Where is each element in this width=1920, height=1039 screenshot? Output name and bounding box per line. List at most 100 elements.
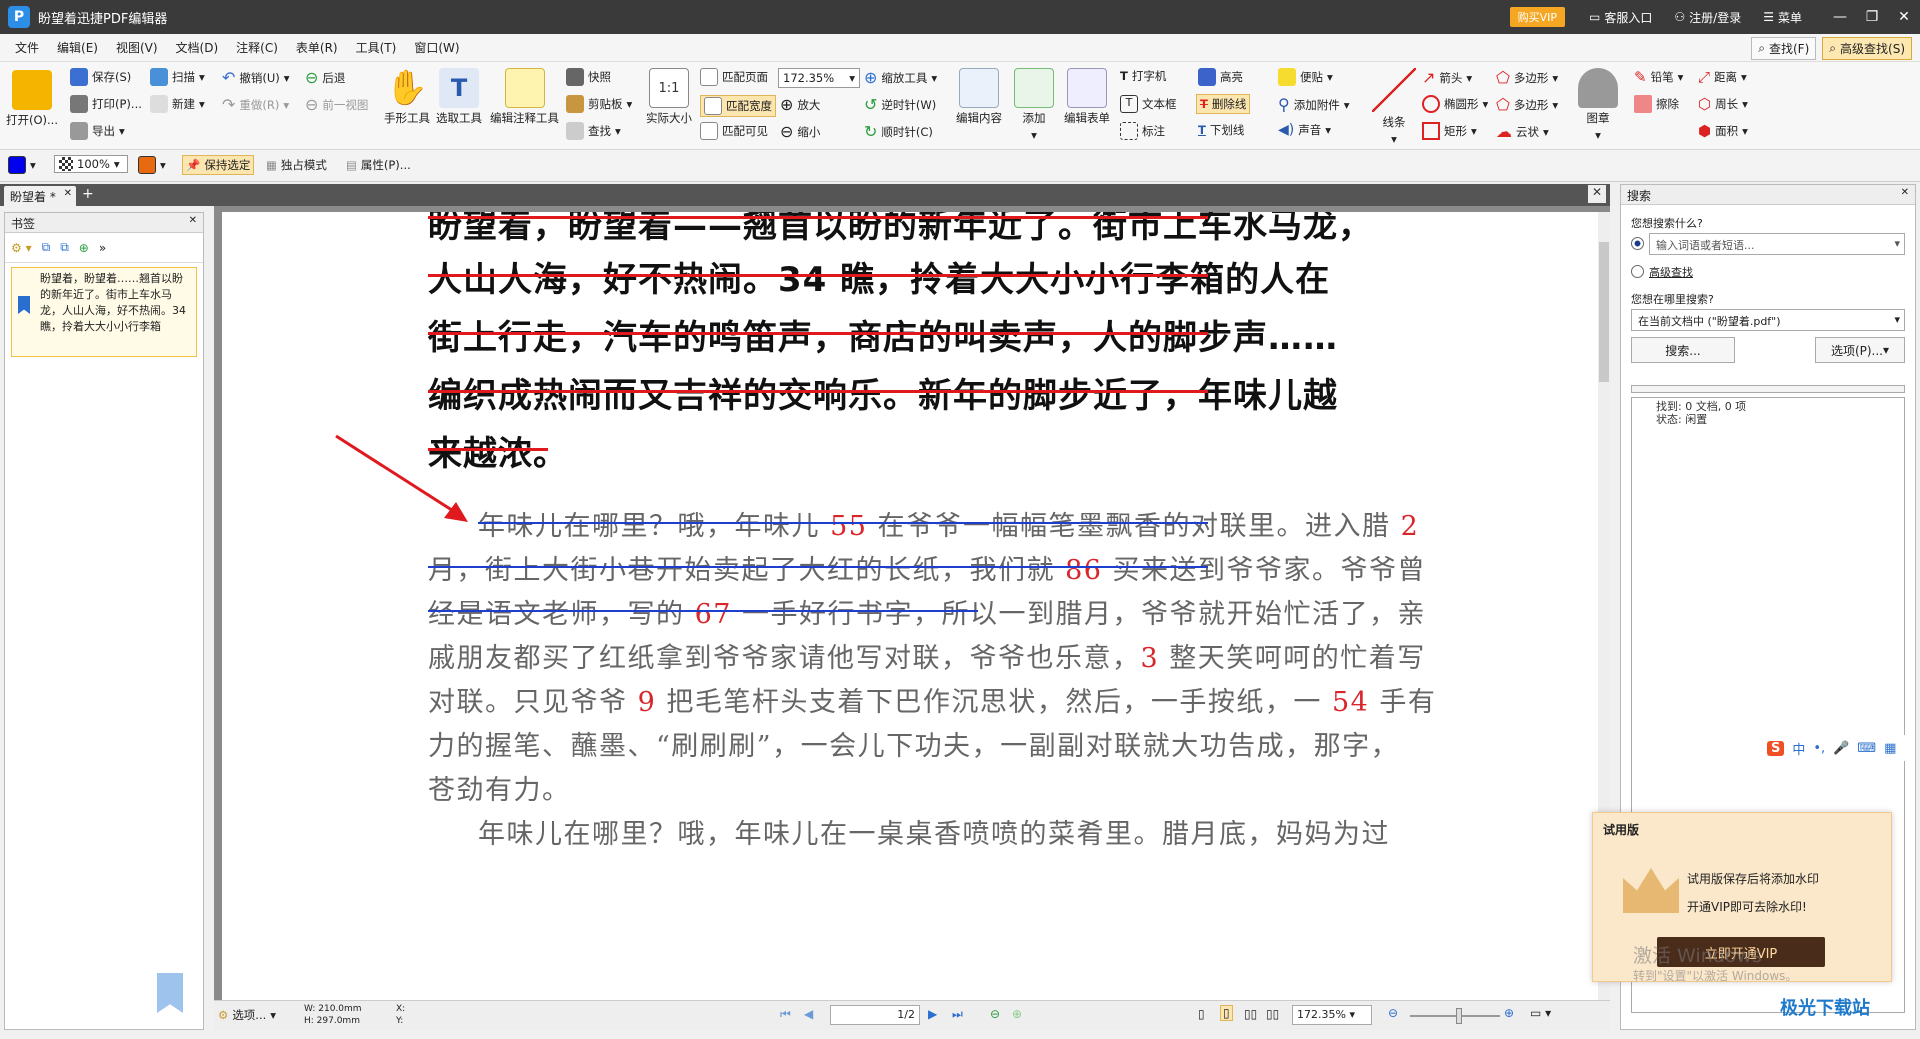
add-button[interactable]: 添加 ▾ [1014,68,1054,142]
more-icon[interactable]: » [99,241,106,255]
arrow-button[interactable]: ↗ 箭头 ▾ [1422,68,1472,87]
new-button[interactable]: 新建 ▾ [150,95,205,113]
polyline-button[interactable]: ⬠ 多边形 ▾ [1496,95,1558,114]
sound-button[interactable]: ◀) 声音 ▾ [1278,122,1331,138]
expand-bookmark-icon[interactable]: ⧉ [42,240,51,255]
search-button[interactable]: 搜索... [1631,337,1735,363]
color-picker[interactable]: ▾ [8,156,36,174]
prev-view-button[interactable]: ⊖ 前一视图 [305,95,368,114]
eraser-button[interactable]: 擦除 [1634,95,1679,113]
perimeter-button[interactable]: ⬡ 周长 ▾ [1698,95,1748,113]
fit-visible-button[interactable]: 匹配可见 [700,122,768,140]
menu-tools[interactable]: 工具(T) [347,39,406,56]
area-button[interactable]: ⬢ 面积 ▾ [1698,122,1748,140]
save-button[interactable]: 保存(S) [70,68,131,86]
red-arrow-annotation[interactable] [332,432,472,528]
minimize-button[interactable]: — [1824,9,1856,25]
advanced-search-label[interactable]: 高级查找 [1649,264,1693,280]
status-zoom-in-icon[interactable]: ⊕ [1504,1006,1514,1020]
search-tool-button[interactable]: 查找 ▾ [566,122,621,140]
back-button[interactable]: ⊖ 后退 [305,68,345,87]
continuous-facing-view-icon[interactable]: ▯▯ [1266,1007,1279,1021]
facing-view-icon[interactable]: ▯▯ [1244,1007,1257,1021]
buy-vip-button[interactable]: 购买VIP [1509,7,1566,27]
menu-edit[interactable]: 编辑(E) [48,39,107,56]
close-search-icon[interactable]: ✕ [1901,187,1909,198]
close-tab-icon[interactable]: ✕ [64,188,72,199]
snapshot-button[interactable]: 快照 [566,68,611,86]
maximize-button[interactable]: ❐ [1856,9,1888,25]
zoom-in-button[interactable]: ⊕ 放大 [780,95,820,114]
edit-form-button[interactable]: 编辑表单 [1064,68,1110,126]
search-options-button[interactable]: 选项(P)... ▾ [1815,337,1905,363]
opacity-select[interactable]: 100% ▾ [54,155,128,173]
open-button[interactable]: 打开(O)... [6,70,58,128]
properties-button[interactable]: ▤ 属性(P)... [346,157,411,173]
find-button[interactable]: ⌕ 查找(F) [1751,37,1817,60]
zoom-tool-button[interactable]: ⊕ 缩放工具 ▾ [864,68,937,87]
ellipse-button[interactable]: 椭圆形 ▾ [1422,95,1488,113]
pdf-page[interactable]: 盼望着，盼望着——翘首以盼的新年近了。街市上车水马龙， 人山人海，好不热闹。34… [222,212,1598,1004]
cloud-button[interactable]: ☁ 云状 ▾ [1496,122,1549,141]
distance-button[interactable]: ⤢ 距离 ▾ [1698,68,1747,86]
strikethrough-button[interactable]: T 删除线 [1196,94,1251,114]
rotate-cw-button[interactable]: ↻ 顺时针(C) [864,122,933,141]
menu-link[interactable]: ☰ 菜单 [1763,9,1802,26]
fit-page-button[interactable]: 匹配页面 [700,68,768,86]
edit-annotation-tool-button[interactable]: 编辑注释工具 [490,68,559,126]
first-page-button[interactable]: ⏮ [780,1007,791,1022]
edit-content-button[interactable]: 编辑内容 [956,68,1002,126]
login-link[interactable]: ⚇ 注册/登录 [1674,9,1741,26]
bookmark-item[interactable]: 盼望着，盼望着……翘首以盼的新年近了。街市上车水马龙，人山人海，好不热闹。34瞧… [11,267,197,357]
polygon-button[interactable]: ⬠ 多边形 ▾ [1496,68,1558,87]
menu-file[interactable]: 文件 [6,39,48,56]
stamp-button[interactable]: 图章 ▾ [1578,68,1618,142]
note-button[interactable]: 便贴 ▾ [1278,68,1333,86]
menu-document[interactable]: 文档(D) [167,39,228,56]
clipboard-button[interactable]: 剪贴板 ▾ [566,95,632,113]
basic-search-radio[interactable] [1631,237,1644,250]
undo-button[interactable]: ↶ 撤销(U) ▾ [222,68,290,87]
zoom-select[interactable]: 172.35% ▾ [778,68,860,88]
status-zoom-out-icon[interactable]: ⊖ [1388,1006,1398,1020]
underline-button[interactable]: T 下划线 [1198,122,1244,138]
redo-button[interactable]: ↷ 重做(R) ▾ [222,95,289,114]
single-page-view-icon[interactable]: ▯ [1198,1007,1205,1021]
select-tool-button[interactable]: T 选取工具 [436,68,482,126]
highlight-button[interactable]: 高亮 [1198,68,1243,86]
actual-size-button[interactable]: 1:1 实际大小 [646,68,692,126]
menu-window[interactable]: 窗口(W) [405,39,468,56]
export-button[interactable]: 导出 ▾ [70,122,125,140]
fill-color-picker[interactable]: ▾ [138,156,166,174]
support-link[interactable]: ▭ 客服入口 [1589,9,1652,26]
next-page-button[interactable]: ▶ [928,1007,937,1021]
new-tab-button[interactable]: + [82,186,94,202]
prev-page-button[interactable]: ◀ [804,1007,813,1021]
attach-button[interactable]: ⚲ 添加附件 ▾ [1278,95,1350,114]
callout-button[interactable]: 标注 [1120,122,1165,140]
ime-toolbar[interactable]: S 中 •, 🎤 ⌨ ▦ [1763,735,1913,761]
close-panel-icon[interactable]: ✕ [189,215,197,226]
advanced-search-radio[interactable] [1631,265,1644,278]
search-scope-select[interactable]: 在当前文档中 ("盼望着.pdf") ▾ [1631,309,1905,331]
add-bookmark-icon[interactable]: ⊕ [79,241,89,255]
close-window-button[interactable]: ✕ [1888,9,1920,25]
page-number-input[interactable]: 1/2 [830,1005,920,1025]
zoom-out-button[interactable]: ⊖ 缩小 [780,122,820,141]
typewriter-button[interactable]: T 打字机 [1120,68,1166,84]
keep-selected-toggle[interactable]: 📌 保持选定 [182,155,255,175]
zoom-slider[interactable] [1410,1008,1500,1024]
continuous-view-icon[interactable]: ▯ [1220,1005,1233,1021]
menu-comment[interactable]: 注释(C) [227,39,287,56]
fit-width-button[interactable]: 匹配宽度 [700,95,776,117]
collapse-bookmark-icon[interactable]: ⧉ [60,240,69,255]
tab-document[interactable]: 盼望着 * ✕ [4,186,76,206]
options-button[interactable]: ⚙ 选项... ▾ [218,1007,276,1023]
rectangle-button[interactable]: 矩形 ▾ [1422,122,1477,140]
lines-button[interactable]: 线条 ▾ [1372,68,1416,146]
hand-tool-button[interactable]: ✋ 手形工具 [384,68,430,126]
settings-icon[interactable]: ⚙ ▾ [11,241,32,255]
close-document-button[interactable]: ✕ [1588,185,1606,203]
pencil-button[interactable]: ✎ 铅笔 ▾ [1634,68,1683,86]
rotate-ccw-button[interactable]: ↺ 逆时针(W) [864,95,936,114]
